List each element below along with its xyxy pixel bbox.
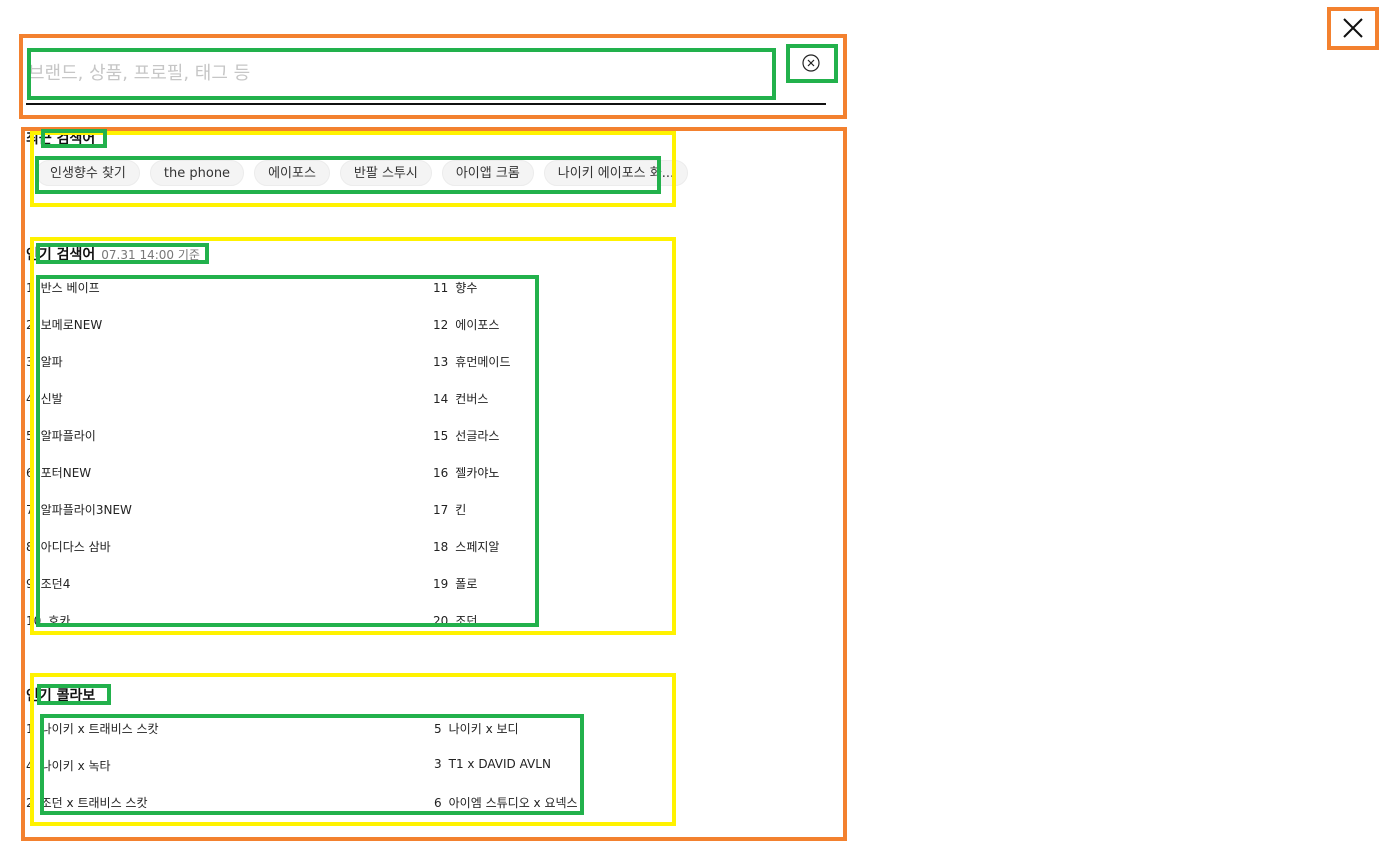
rank-term: 신발 [40,392,63,406]
close-button[interactable] [1328,8,1378,49]
rank-number: 11 [433,281,449,295]
rank-term: 폴로 [455,577,478,591]
rank-number: 20 [433,614,449,628]
rank-number: 5 [434,722,442,736]
popular-collabo-item[interactable]: 2 조던 x 트래비스 스캇 [26,794,148,811]
rank-term: 알파 [40,355,63,369]
popular-search-item[interactable]: 18 스페지알 [433,538,499,555]
rank-number: 18 [433,540,449,554]
rank-term: 나이키 x 녹타 [40,759,111,773]
recent-searches-title: 최근 검색어 [26,131,96,147]
popular-search-item[interactable]: 16 젤카야노 [433,464,499,481]
rank-term: 조던 [455,614,478,628]
rank-term: 알파플라이 [40,429,96,443]
rank-term: T1 x DAVID AVLN [448,757,551,771]
rank-term: 컨버스 [455,392,489,406]
popular-search-item[interactable]: 12 에이포스 [433,316,499,333]
clear-search-button[interactable] [792,48,832,78]
popular-collabo-item[interactable]: 6 아이엠 스튜디오 x 요넥스 [434,794,578,811]
popular-collabo-item[interactable]: 4 나이키 x 녹타 [26,757,111,774]
rank-number: 3 [434,757,442,771]
popular-collabo-item[interactable]: 1 나이키 x 트래비스 스캇 [26,720,159,737]
recent-searches-list: 인생향수 찾기 the phone 에이포스 반팔 스투시 아이앱 크롬 나이키… [36,160,689,186]
rank-term: 알파플라이3NEW [40,503,132,517]
rank-number: 13 [433,355,449,369]
popular-search-item[interactable]: 19 폴로 [433,575,477,592]
popular-collabo-item[interactable]: 5 나이키 x 보디 [434,720,519,737]
rank-term: 조던 x 트래비스 스캇 [40,796,148,810]
rank-number: 17 [433,503,449,517]
rank-number: 7 [26,503,34,517]
popular-search-item[interactable]: 15 선글라스 [433,427,499,444]
rank-term: 휴먼메이드 [455,355,511,369]
popular-search-item[interactable]: 14 컨버스 [433,390,488,407]
rank-number: 6 [434,796,442,810]
rank-term: 나이키 x 보디 [448,722,519,736]
rank-term: 아이엠 스튜디오 x 요넥스 [448,796,578,810]
rank-term: 젤카야노 [455,466,500,480]
search-input[interactable] [28,52,770,94]
recent-search-chip[interactable]: 인생향수 찾기 [36,160,140,186]
rank-term: 에이포스 [455,318,500,332]
rank-number: 19 [433,577,449,591]
popular-searches-heading: 인기 검색어 [26,247,96,263]
rank-number: 14 [433,392,449,406]
rank-term: 아디다스 삼바 [40,540,111,554]
rank-term: 보메로NEW [40,318,103,332]
rank-number: 2 [26,796,34,810]
rank-number: 4 [26,392,34,406]
popular-collabo-title: 인기 콜라보 [26,688,96,704]
rank-number: 4 [26,759,34,773]
popular-search-item[interactable]: 17 킨 [433,501,466,518]
popular-search-item[interactable]: 2 보메로NEW [26,316,102,333]
rank-number: 10 [26,614,42,628]
search-underline [26,103,826,105]
rank-number: 15 [433,429,449,443]
popular-search-item[interactable]: 4 신발 [26,390,63,407]
rank-term: 조던4 [40,577,71,591]
rank-number: 1 [26,281,34,295]
popular-searches-timestamp: 07.31 14:00 기준 [101,248,200,262]
recent-search-chip[interactable]: 에이포스 [254,160,330,186]
popular-search-item[interactable]: 11 향수 [433,279,477,296]
popular-search-item[interactable]: 7 알파플라이3NEW [26,501,132,518]
annotation-box [30,237,676,635]
rank-number: 9 [26,577,34,591]
rank-term: 호카 [48,614,71,628]
rank-number: 16 [433,466,449,480]
circle-x-icon [802,54,820,72]
popular-search-item[interactable]: 3 알파 [26,353,63,370]
popular-search-item[interactable]: 1 반스 베이프 [26,279,100,296]
rank-term: 향수 [455,281,478,295]
rank-term: 포터NEW [40,466,92,480]
recent-search-chip[interactable]: the phone [149,160,245,186]
rank-number: 1 [26,722,34,736]
recent-search-chip[interactable]: 아이앱 크롬 [441,160,534,186]
rank-term: 킨 [455,503,467,517]
popular-search-item[interactable]: 9 조던4 [26,575,70,592]
popular-search-item[interactable]: 8 아디다스 삼바 [26,538,111,555]
popular-searches-title: 인기 검색어 07.31 14:00 기준 [26,244,200,264]
rank-number: 3 [26,355,34,369]
rank-term: 선글라스 [455,429,500,443]
close-icon [1343,18,1363,38]
rank-number: 2 [26,318,34,332]
popular-search-item[interactable]: 5 알파플라이 [26,427,96,444]
rank-number: 8 [26,540,34,554]
rank-term: 스페지알 [455,540,500,554]
rank-number: 5 [26,429,34,443]
popular-collabo-item[interactable]: 3 T1 x DAVID AVLN [434,757,551,771]
recent-search-chip[interactable]: 나이키 에이포스 화... [543,160,689,186]
recent-search-chip[interactable]: 반팔 스투시 [339,160,432,186]
rank-term: 반스 베이프 [40,281,100,295]
popular-search-item[interactable]: 13 휴먼메이드 [433,353,510,370]
popular-search-item[interactable]: 10 호카 [26,612,70,629]
popular-search-item[interactable]: 6 포터NEW [26,464,91,481]
rank-term: 나이키 x 트래비스 스캇 [40,722,159,736]
rank-number: 12 [433,318,449,332]
rank-number: 6 [26,466,34,480]
popular-search-item[interactable]: 20 조던 [433,612,477,629]
